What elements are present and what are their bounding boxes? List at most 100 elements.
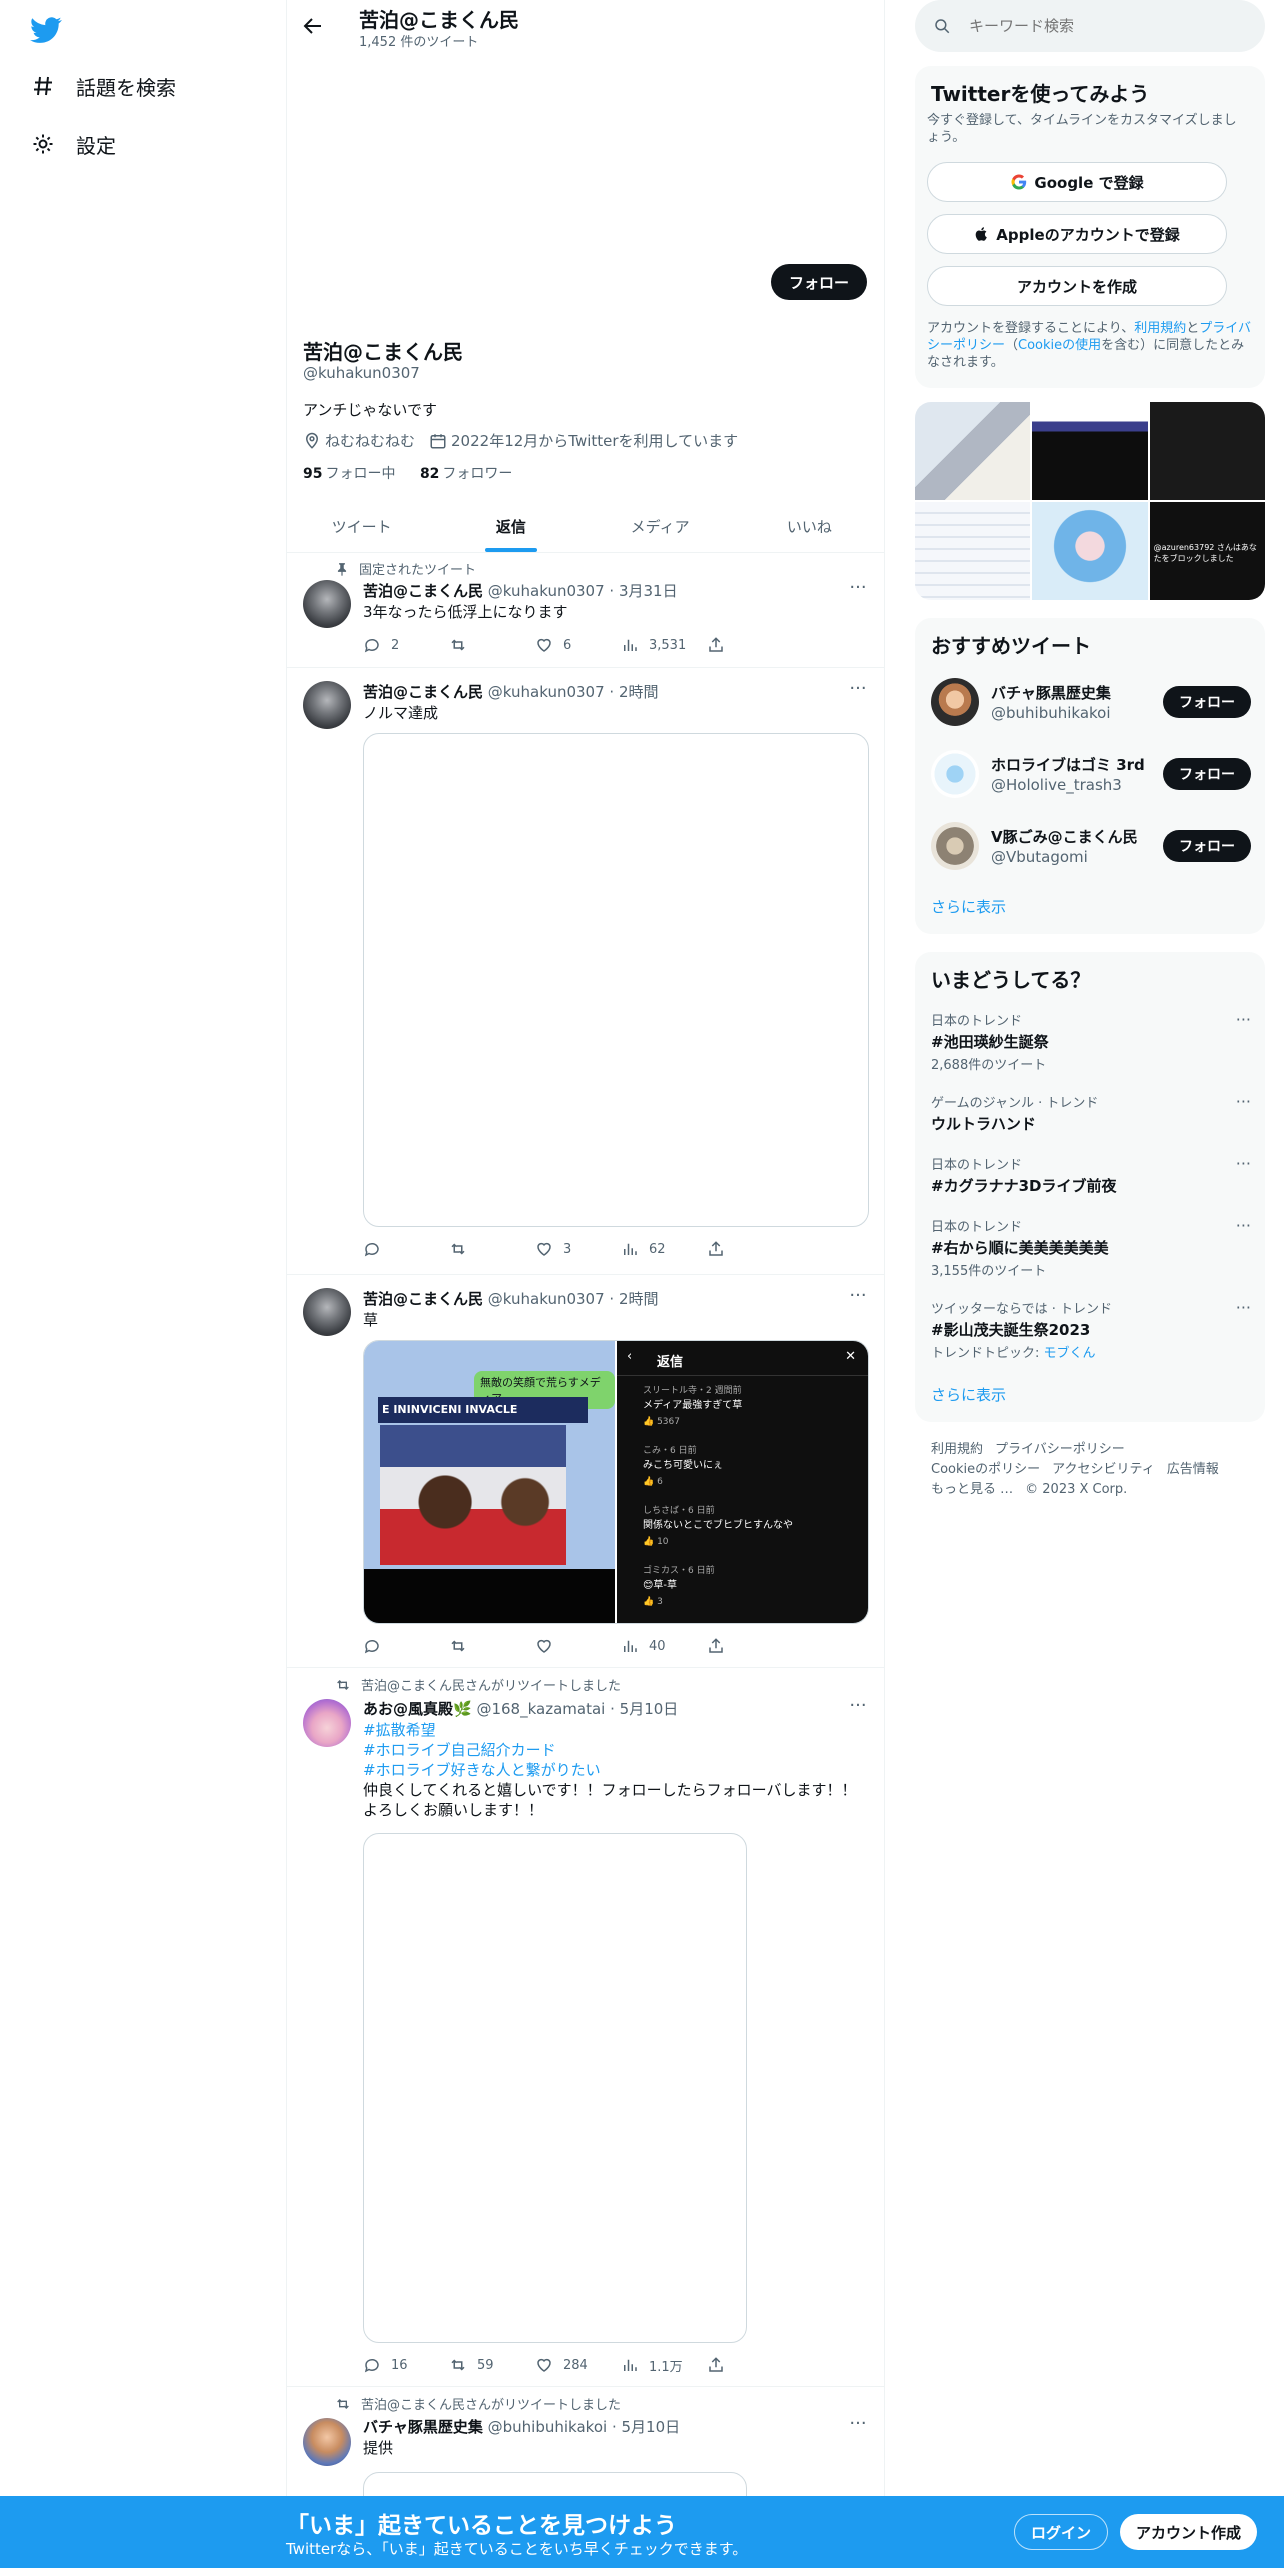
retweet-button[interactable]: 59 xyxy=(449,2355,535,2375)
more-icon[interactable]: ··· xyxy=(848,2415,868,2438)
like-button[interactable] xyxy=(535,1636,621,1656)
more-icon[interactable]: ··· xyxy=(848,680,868,703)
more-icon[interactable]: ··· xyxy=(1236,1216,1251,1235)
media-image-left[interactable]: 無敵の笑顔で荒らすメディア E ININVICENI INVACLE xyxy=(364,1341,615,1623)
trend-item[interactable]: 日本のトレンド #カグラナナ3Dライブ前夜 ··· xyxy=(931,1154,1251,1196)
reply-button[interactable] xyxy=(363,1636,449,1656)
share-button[interactable] xyxy=(707,635,793,655)
reply-button[interactable]: 2 xyxy=(363,635,449,655)
footer-link[interactable]: プライバシーポリシー xyxy=(995,1442,1125,1457)
more-icon[interactable]: ··· xyxy=(1236,1154,1251,1173)
views-button[interactable]: 3,531 xyxy=(621,635,707,655)
footer-link[interactable]: 利用規約 xyxy=(931,1442,983,1457)
recommend-account[interactable]: バチャ豚黒歴史集 @buhibuhikakoi フォロー xyxy=(931,674,1251,730)
reply-button[interactable]: 16 xyxy=(363,2355,449,2375)
follow-button[interactable]: フォロー xyxy=(770,264,867,300)
show-more-link[interactable]: さらに表示 xyxy=(931,896,1006,917)
hashtag-link[interactable]: #拡散希望 xyxy=(363,1720,857,1740)
media-image-right[interactable]: ‹ 返信 ✕ スリートル寺・2 週間前 メディア最強すぎて草 👍 5367 こみ… xyxy=(616,1341,868,1623)
reply-button[interactable] xyxy=(363,1239,449,1259)
retweet-button[interactable] xyxy=(449,635,535,655)
avatar[interactable] xyxy=(931,678,979,726)
like-button[interactable]: 3 xyxy=(535,1239,621,1259)
avatar[interactable] xyxy=(303,1288,351,1336)
profile-tabs: ツイート 返信 メディア いいね xyxy=(287,500,884,553)
gallery-image[interactable]: @azuren63792 さんはあなたをブロックしました xyxy=(1149,502,1265,600)
more-icon[interactable]: ··· xyxy=(1236,1298,1251,1317)
tweet-pinned[interactable]: 固定されたツイート 苦泊@こまくん民 @kuhakun0307 · 3月31日 … xyxy=(287,554,884,668)
gallery-image[interactable] xyxy=(1032,502,1148,600)
tweet[interactable]: 苦泊@こまくん民 @kuhakun0307 · 2時間 ··· ノルマ達成 3 … xyxy=(287,669,884,1275)
login-button[interactable]: ログイン xyxy=(1014,2514,1109,2550)
hashtag-link[interactable]: #ホロライブ自己紹介カード xyxy=(363,1740,857,1760)
trend-item[interactable]: 日本のトレンド #池田瑛紗生誕祭 2,688件のツイート ··· xyxy=(931,1010,1251,1073)
avatar[interactable] xyxy=(303,580,351,628)
avatar[interactable] xyxy=(303,1699,351,1747)
avatar[interactable] xyxy=(303,2418,351,2466)
more-icon[interactable]: ··· xyxy=(1236,1092,1251,1111)
tweet-media[interactable]: 無敵の笑顔で荒らすメディア E ININVICENI INVACLE ‹ 返信 … xyxy=(363,1340,869,1624)
trend-item[interactable]: ツイッターならでは · トレンド #影山茂夫誕生祭2023 トレンドトピック: … xyxy=(931,1298,1251,1361)
nav-explore[interactable]: 話題を検索 xyxy=(30,66,176,106)
more-icon[interactable]: ··· xyxy=(848,1287,868,1310)
avatar[interactable] xyxy=(931,750,979,798)
avatar[interactable] xyxy=(303,681,351,729)
tweet[interactable]: 苦泊@こまくん民 @kuhakun0307 · 2時間 ··· 草 無敵の笑顔で… xyxy=(287,1276,884,1668)
recommend-account[interactable]: V豚ごみ@こまくん民 @Vbutagomi フォロー xyxy=(931,818,1251,874)
tweet-actions: 40 xyxy=(363,1636,793,1656)
trends-card: いまどうしてる？ 日本のトレンド #池田瑛紗生誕祭 2,688件のツイート ··… xyxy=(915,952,1265,1422)
share-button[interactable] xyxy=(707,2355,793,2375)
gallery-image[interactable] xyxy=(1149,402,1265,500)
tab-tweets[interactable]: ツイート xyxy=(287,500,436,552)
like-button[interactable]: 284 xyxy=(535,2355,621,2375)
retweet-button[interactable] xyxy=(449,1636,535,1656)
tab-likes[interactable]: いいね xyxy=(735,500,884,552)
more-icon[interactable]: ··· xyxy=(1236,1010,1251,1029)
hashtag-link[interactable]: #ホロライブ好きな人と繋がりたい xyxy=(363,1760,857,1780)
gallery-image[interactable] xyxy=(1032,402,1148,500)
tweet-media[interactable] xyxy=(363,1833,747,2343)
tweet-media[interactable] xyxy=(363,733,869,1227)
footer-link[interactable]: アクセシビリティ xyxy=(1052,1462,1155,1477)
show-more-link[interactable]: さらに表示 xyxy=(931,1384,1006,1405)
trend-item[interactable]: 日本のトレンド #右から順に美美美美美美 3,155件のツイート ··· xyxy=(931,1216,1251,1279)
nav-settings-label: 設定 xyxy=(76,133,116,158)
share-button[interactable] xyxy=(707,1239,793,1259)
follow-button[interactable]: フォロー xyxy=(1163,686,1251,718)
signup-button[interactable]: アカウント作成 xyxy=(1120,2514,1258,2550)
share-button[interactable] xyxy=(707,1636,793,1656)
footer-link[interactable]: もっと見る … xyxy=(931,1482,1013,1497)
followers-link[interactable]: 82 フォロワー xyxy=(420,466,512,482)
follow-button[interactable]: フォロー xyxy=(1163,758,1251,790)
create-account-button[interactable]: アカウントを作成 xyxy=(927,266,1227,306)
tab-replies[interactable]: 返信 xyxy=(436,500,585,552)
views-button[interactable]: 40 xyxy=(621,1636,707,1656)
terms-link[interactable]: 利用規約 xyxy=(1134,321,1186,336)
recommend-account[interactable]: ホロライブはゴミ 3rd @Hololive_trash3 フォロー xyxy=(931,746,1251,802)
search-box[interactable] xyxy=(915,0,1265,52)
more-icon[interactable]: ··· xyxy=(848,1697,868,1720)
views-button[interactable]: 62 xyxy=(621,1239,707,1259)
tweet-retweeted[interactable]: 苦泊@こまくん民さんがリツイートしました あお@風真殿🌿 @168_kazama… xyxy=(287,1669,884,2387)
cookie-link[interactable]: Cookieの使用 xyxy=(1018,338,1101,353)
more-icon[interactable]: ··· xyxy=(848,579,868,602)
retweet-button[interactable] xyxy=(449,1239,535,1259)
tab-media[interactable]: メディア xyxy=(586,500,735,552)
apple-signup-button[interactable]: Appleのアカウントで登録 xyxy=(927,214,1227,254)
twitter-bird-icon[interactable] xyxy=(30,14,62,46)
like-button[interactable]: 6 xyxy=(535,635,621,655)
google-signup-button[interactable]: Google で登録 xyxy=(927,162,1227,202)
avatar[interactable] xyxy=(931,822,979,870)
footer-link[interactable]: Cookieのポリシー xyxy=(931,1462,1040,1477)
gallery-image[interactable] xyxy=(915,502,1031,600)
trend-topic-link[interactable]: モブくん xyxy=(1044,1346,1096,1361)
footer-link[interactable]: 広告情報 xyxy=(1167,1462,1219,1477)
follow-button[interactable]: フォロー xyxy=(1163,830,1251,862)
nav-settings[interactable]: 設定 xyxy=(30,124,116,164)
following-link[interactable]: 95 フォロー中 xyxy=(303,466,395,482)
trend-item[interactable]: ゲームのジャンル · トレンド ウルトラハンド ··· xyxy=(931,1092,1251,1134)
gallery-image[interactable] xyxy=(915,402,1031,500)
views-button[interactable]: 1.1万 xyxy=(621,2355,707,2375)
search-input[interactable] xyxy=(969,17,1219,35)
back-arrow-icon[interactable] xyxy=(301,14,325,38)
